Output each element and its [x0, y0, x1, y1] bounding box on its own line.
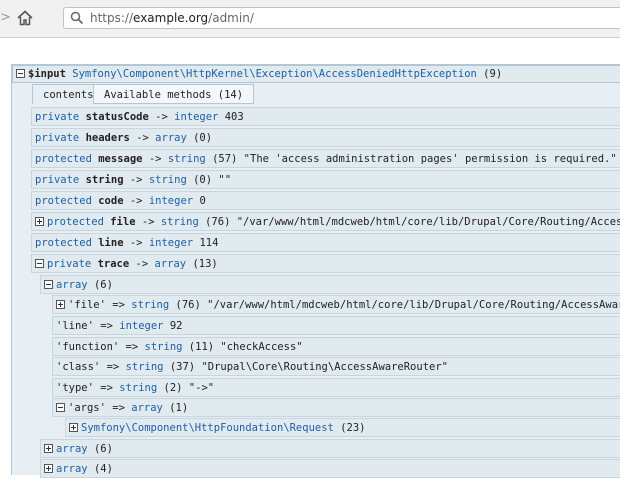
trace-array-1[interactable]: array (6)	[40, 439, 620, 458]
trace-args-row[interactable]: 'args' => array (1)	[52, 398, 620, 417]
prop-row-code: protected code -> integer 0	[31, 191, 620, 210]
dump-tabs: contents Available methods (14)	[32, 82, 620, 106]
trace-type-row: 'type' => string (2) "->"	[52, 378, 620, 397]
trace-request-row[interactable]: Symfony\Component\HttpFoundation\Request…	[65, 418, 620, 437]
expand-toggle-icon[interactable]	[44, 464, 53, 473]
trace-file-row[interactable]: 'file' => string (76) "/var/www/html/mdc…	[52, 295, 620, 314]
collapse-toggle-icon[interactable]	[35, 259, 44, 268]
collapse-toggle-icon[interactable]	[44, 280, 53, 289]
property-count: (9)	[483, 68, 503, 80]
expand-toggle-icon[interactable]	[35, 217, 44, 226]
collapse-toggle-icon[interactable]	[56, 403, 65, 412]
collapse-toggle-icon[interactable]	[16, 69, 25, 78]
search-icon	[70, 11, 84, 25]
prop-row-line: protected line -> integer 114	[31, 233, 620, 252]
forward-arrow-icon[interactable]: >	[0, 10, 11, 26]
browser-toolbar: > https://example.org/admin/	[0, 0, 620, 38]
prop-row-headers: private headers -> array (0)	[31, 128, 620, 147]
trace-array-2[interactable]: array (4)	[40, 459, 620, 478]
trace-function-row: 'function' => string (11) "checkAccess"	[52, 337, 620, 356]
prop-row-message: protected message -> string (57) "The 'a…	[31, 149, 620, 168]
expand-toggle-icon[interactable]	[56, 300, 65, 309]
tab-available-methods[interactable]: Available methods (14)	[93, 84, 255, 104]
prop-row-trace[interactable]: private trace -> array (13)	[31, 254, 620, 273]
trace-class-row: 'class' => string (37) "Drupal\Core\Rout…	[52, 357, 620, 376]
prop-row-string: private string -> string (0) ""	[31, 170, 620, 189]
exception-class: Symfony\Component\HttpKernel\Exception\A…	[72, 68, 477, 80]
prop-row-file[interactable]: protected file -> string (76) "/var/www/…	[31, 212, 620, 231]
trace-array-0[interactable]: array (6)	[40, 275, 620, 294]
dump-header[interactable]: $input Symfony\Component\HttpKernel\Exce…	[12, 65, 620, 83]
url-text: https://example.org/admin/	[90, 11, 254, 25]
home-icon[interactable]	[16, 9, 34, 27]
debug-dump-panel: $input Symfony\Component\HttpKernel\Exce…	[11, 64, 620, 478]
expand-toggle-icon[interactable]	[44, 444, 53, 453]
address-bar[interactable]: https://example.org/admin/	[63, 7, 620, 29]
variable-name: $input	[28, 68, 66, 80]
prop-row-statuscode: private statusCode -> integer 403	[31, 107, 620, 126]
expand-toggle-icon[interactable]	[69, 423, 78, 432]
trace-line-row: 'line' => integer 92	[52, 316, 620, 335]
